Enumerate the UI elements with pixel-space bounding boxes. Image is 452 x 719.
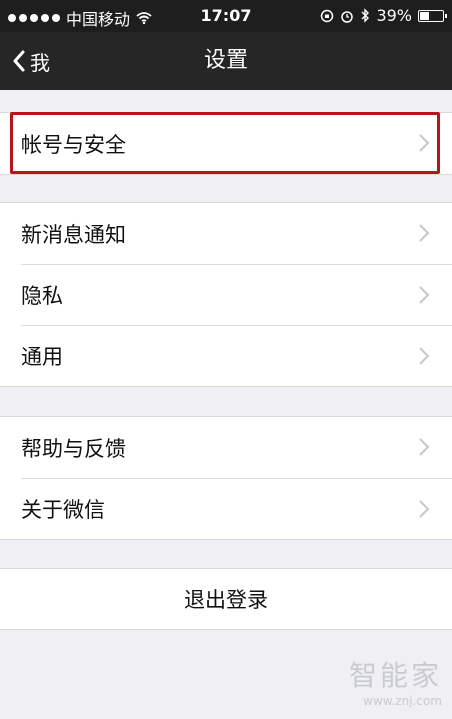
alarm-icon (341, 10, 354, 23)
settings-group-help: 帮助与反馈 关于微信 (0, 416, 452, 540)
orientation-lock-icon (321, 9, 334, 22)
chevron-right-icon (419, 347, 430, 365)
nav-bar: 我 设置 (0, 32, 452, 90)
battery-icon (418, 9, 447, 22)
watermark-url: www.znj.com (363, 694, 442, 708)
settings-item-label: 新消息通知 (21, 222, 126, 247)
settings-item-privacy[interactable]: 隐私 (21, 264, 452, 325)
battery-fill (420, 11, 430, 20)
status-right: 39% (320, 6, 447, 25)
watermark: 智能家 www.znj.com (349, 654, 442, 708)
chevron-right-icon (419, 286, 430, 304)
watermark-name: 智能家 (348, 659, 442, 692)
chevron-right-icon (419, 224, 430, 242)
settings-item-notifications[interactable]: 新消息通知 (0, 203, 452, 264)
settings-item-help-feedback[interactable]: 帮助与反馈 (0, 417, 452, 478)
settings-item-general[interactable]: 通用 (21, 325, 452, 386)
settings-item-label: 通用 (21, 345, 63, 369)
settings-item-label: 帮助与反馈 (21, 436, 126, 461)
settings-group-general: 新消息通知 隐私 通用 (0, 202, 452, 387)
page-title: 设置 (203, 48, 248, 73)
highlight-box (10, 112, 440, 174)
bluetooth-icon (361, 8, 370, 23)
status-bar: 中国移动 17:07 39% (0, 0, 452, 32)
settings-item-about[interactable]: 关于微信 (21, 478, 452, 539)
logout-button[interactable]: 退出登录 (0, 569, 452, 629)
chevron-right-icon (419, 438, 430, 456)
chevron-right-icon (419, 500, 430, 518)
battery-percent: 39% (376, 6, 412, 25)
settings-item-label: 隐私 (21, 284, 63, 308)
logout-group: 退出登录 (0, 568, 452, 630)
settings-item-label: 关于微信 (21, 498, 105, 522)
